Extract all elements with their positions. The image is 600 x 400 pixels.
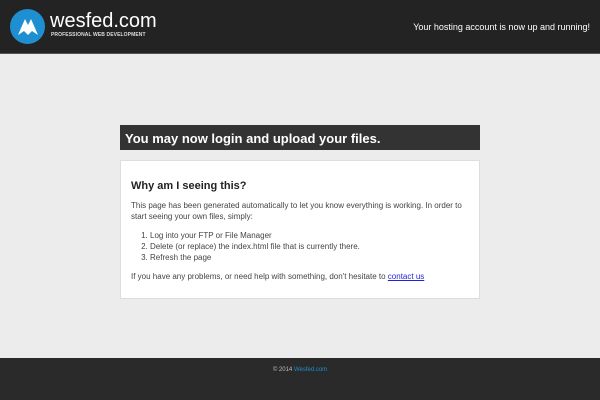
logo-icon[interactable] [10, 9, 45, 44]
brand-tagline: PROFESSIONAL WEB DEVELOPMENT [51, 32, 146, 38]
copyright: © 2014 [272, 367, 294, 373]
steps-list: Log into your FTP or File Manager Delete… [150, 230, 469, 263]
info-heading: Why am I seeing this? [131, 180, 247, 192]
intro-text: This page has been generated automatical… [131, 201, 462, 221]
brand-name: wesfed.com [50, 10, 157, 32]
footer: © 2014 Wesfed.com [0, 358, 600, 400]
footer-link[interactable]: Wesfed.com [294, 367, 327, 373]
help-text: If you have any problems, or need help w… [131, 271, 469, 282]
list-item: Delete (or replace) the index.html file … [150, 241, 469, 252]
header: wesfed.com PROFESSIONAL WEB DEVELOPMENT … [0, 0, 600, 54]
contact-link[interactable]: contact us [388, 272, 424, 281]
list-item: Refresh the page [150, 252, 469, 263]
list-item: Log into your FTP or File Manager [150, 230, 469, 241]
header-message: Your hosting account is now up and runni… [413, 22, 590, 32]
help-label: If you have any problems, or need help w… [131, 272, 388, 281]
page-title: You may now login and upload your files. [120, 125, 480, 150]
info-box: Why am I seeing this? This page has been… [120, 160, 480, 299]
